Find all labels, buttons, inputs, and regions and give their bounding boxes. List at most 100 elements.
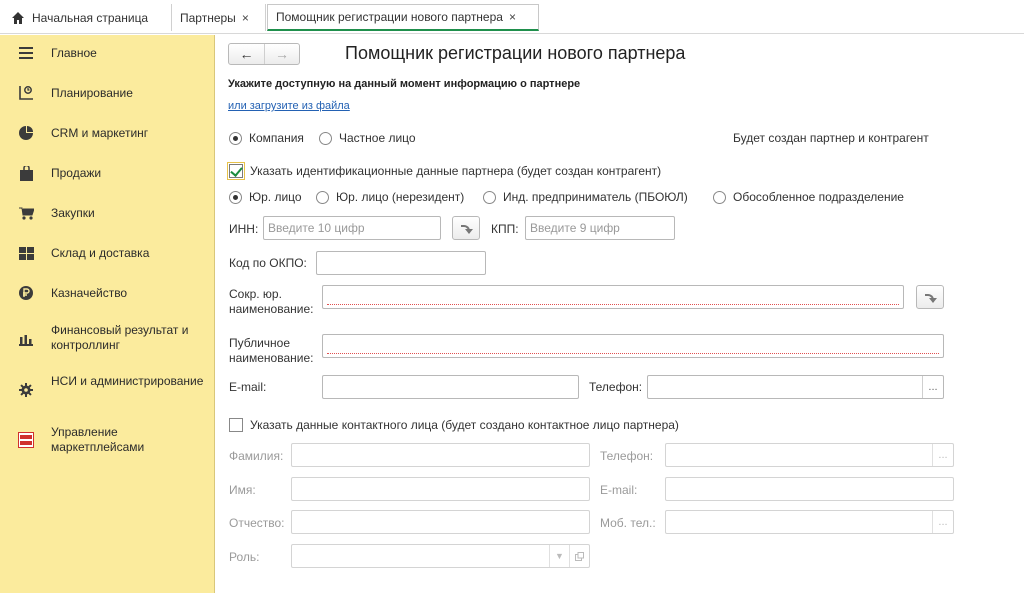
public-name-input[interactable] xyxy=(322,334,944,358)
treasury-icon xyxy=(18,285,34,301)
ident-data-checkbox[interactable] xyxy=(227,162,245,180)
marketplace-icon xyxy=(18,432,34,448)
public-name-label-1: Публичное xyxy=(229,336,291,350)
gear-icon xyxy=(18,382,34,398)
sidebar-item-label: НСИ и администрирование xyxy=(51,374,204,388)
radio-legal-entity[interactable] xyxy=(229,191,242,204)
contact-phone-input[interactable]: ... xyxy=(665,443,954,467)
close-icon[interactable]: × xyxy=(509,10,516,24)
sidebar-item-sales[interactable]: Продажи xyxy=(0,161,215,185)
contact-phone-label: Телефон: xyxy=(600,449,654,463)
phone-label: Телефон: xyxy=(589,380,643,394)
radio-private-person-label: Частное лицо xyxy=(339,131,416,145)
name-input[interactable] xyxy=(291,477,590,501)
tab-label: Помощник регистрации нового партнера xyxy=(276,10,503,24)
sidebar-item-label: Финансовый результат и контроллинг xyxy=(51,323,189,352)
sidebar-item-label: Управление маркетплейсами xyxy=(51,425,145,454)
nav-buttons: ← → xyxy=(228,43,300,65)
radio-company[interactable] xyxy=(229,132,242,145)
role-label: Роль: xyxy=(229,550,260,564)
arrow-icon xyxy=(924,291,937,303)
kpp-input[interactable]: Введите 9 цифр xyxy=(525,216,675,240)
tab-partner-wizard[interactable]: Помощник регистрации нового партнера × xyxy=(267,4,539,31)
forward-button[interactable]: → xyxy=(263,44,299,64)
inn-fill-button[interactable] xyxy=(452,216,480,240)
sidebar-item-warehouse[interactable]: Склад и доставка xyxy=(0,241,215,265)
arrow-icon xyxy=(460,222,473,234)
sidebar-item-label: Планирование xyxy=(51,86,133,100)
patronymic-label: Отчество: xyxy=(229,516,285,530)
radio-private-person[interactable] xyxy=(319,132,332,145)
tab-bar: Начальная страница Партнеры × Помощник р… xyxy=(0,0,1024,34)
sidebar-item-planning[interactable]: Планирование xyxy=(0,81,215,105)
radio-entrepreneur[interactable] xyxy=(483,191,496,204)
sidebar-item-crm[interactable]: CRM и маркетинг xyxy=(0,121,215,145)
sidebar-item-label: Склад и доставка xyxy=(51,246,150,260)
tab-partners[interactable]: Партнеры × xyxy=(172,4,266,31)
role-select[interactable]: ▼ xyxy=(291,544,590,568)
sidebar-item-admin[interactable]: НСИ и администрирование xyxy=(0,371,215,407)
sidebar: Главное Планирование CRM и маркетинг Про… xyxy=(0,35,215,593)
page-subtitle: Укажите доступную на данный момент инфор… xyxy=(228,78,581,90)
main-content: ← → Помощник регистрации нового партнера… xyxy=(216,35,1024,593)
radio-company-label: Компания xyxy=(249,131,304,145)
bag-icon xyxy=(18,165,34,181)
tab-label: Партнеры xyxy=(180,10,236,25)
menu-icon xyxy=(18,45,34,61)
kpp-label: КПП: xyxy=(491,222,519,236)
radio-nonresident-label: Юр. лицо (нерезидент) xyxy=(336,190,465,204)
back-button[interactable]: ← xyxy=(229,44,264,64)
name-label: Имя: xyxy=(229,483,256,497)
mobile-select-button[interactable]: ... xyxy=(932,511,953,533)
surname-input[interactable] xyxy=(291,443,590,467)
sidebar-item-label: Казначейство xyxy=(51,286,128,300)
crm-icon xyxy=(18,125,34,141)
mobile-label: Моб. тел.: xyxy=(600,516,656,530)
short-name-label-1: Сокр. юр. xyxy=(229,287,282,301)
email-input[interactable] xyxy=(322,375,579,399)
okpo-input[interactable] xyxy=(316,251,486,275)
open-icon[interactable] xyxy=(569,545,589,567)
cart-icon xyxy=(18,205,34,221)
home-icon xyxy=(12,11,24,24)
sidebar-item-treasury[interactable]: Казначейство xyxy=(0,281,215,305)
contact-person-checkbox-label: Указать данные контактного лица (будет с… xyxy=(250,418,679,432)
short-name-fill-button[interactable] xyxy=(916,285,944,309)
short-name-label-2: наименование: xyxy=(229,302,314,316)
contact-phone-select-button[interactable]: ... xyxy=(932,444,953,466)
close-icon[interactable]: × xyxy=(242,11,249,25)
radio-legal-entity-label: Юр. лицо xyxy=(249,190,302,204)
email-label: E-mail: xyxy=(229,380,267,394)
inn-label: ИНН: xyxy=(229,222,259,236)
phone-input[interactable]: ... xyxy=(647,375,944,399)
chevron-down-icon[interactable]: ▼ xyxy=(549,545,569,567)
public-name-label-2: наименование: xyxy=(229,351,314,365)
inn-input[interactable]: Введите 10 цифр xyxy=(263,216,441,240)
contact-email-input[interactable] xyxy=(665,477,954,501)
contact-email-label: E-mail: xyxy=(600,483,638,497)
sidebar-item-label: Главное xyxy=(51,46,97,60)
page-title: Помощник регистрации нового партнера xyxy=(345,43,686,63)
warehouse-icon xyxy=(18,245,34,261)
tab-home[interactable]: Начальная страница xyxy=(0,4,172,31)
surname-label: Фамилия: xyxy=(229,449,284,463)
short-name-input[interactable] xyxy=(322,285,904,309)
radio-nonresident[interactable] xyxy=(316,191,329,204)
sidebar-item-label: Закупки xyxy=(51,206,95,220)
sidebar-item-purchases[interactable]: Закупки xyxy=(0,201,215,225)
mobile-input[interactable]: ... xyxy=(665,510,954,534)
phone-select-button[interactable]: ... xyxy=(922,376,943,398)
tab-label: Начальная страница xyxy=(32,10,149,25)
radio-entrepreneur-label: Инд. предприниматель (ПБОЮЛ) xyxy=(503,190,688,204)
radio-subdivision-label: Обособленное подразделение xyxy=(733,190,904,204)
sidebar-item-main[interactable]: Главное xyxy=(0,41,215,65)
radio-subdivision[interactable] xyxy=(713,191,726,204)
patronymic-input[interactable] xyxy=(291,510,590,534)
contact-person-checkbox[interactable] xyxy=(229,418,243,432)
sidebar-item-finance[interactable]: Финансовый результат и контроллинг xyxy=(0,321,215,357)
sidebar-item-label: Продажи xyxy=(51,166,102,180)
sidebar-item-marketplaces[interactable]: Управление маркетплейсами xyxy=(0,423,215,459)
load-from-file-link[interactable]: или загрузите из файла xyxy=(228,100,350,112)
planning-icon xyxy=(18,85,34,101)
info-text: Будет создан партнер и контрагент xyxy=(733,131,929,145)
